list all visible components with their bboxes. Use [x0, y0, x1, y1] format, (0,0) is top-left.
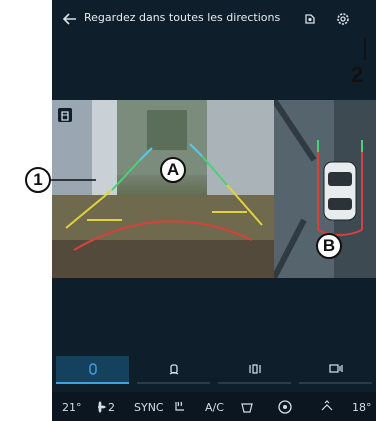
callout-2: 2	[351, 62, 364, 87]
callout-a: A	[160, 157, 186, 183]
callout-b: B	[316, 233, 342, 259]
callout-leaders	[49, 38, 366, 181]
callout-1: 1	[25, 167, 51, 193]
